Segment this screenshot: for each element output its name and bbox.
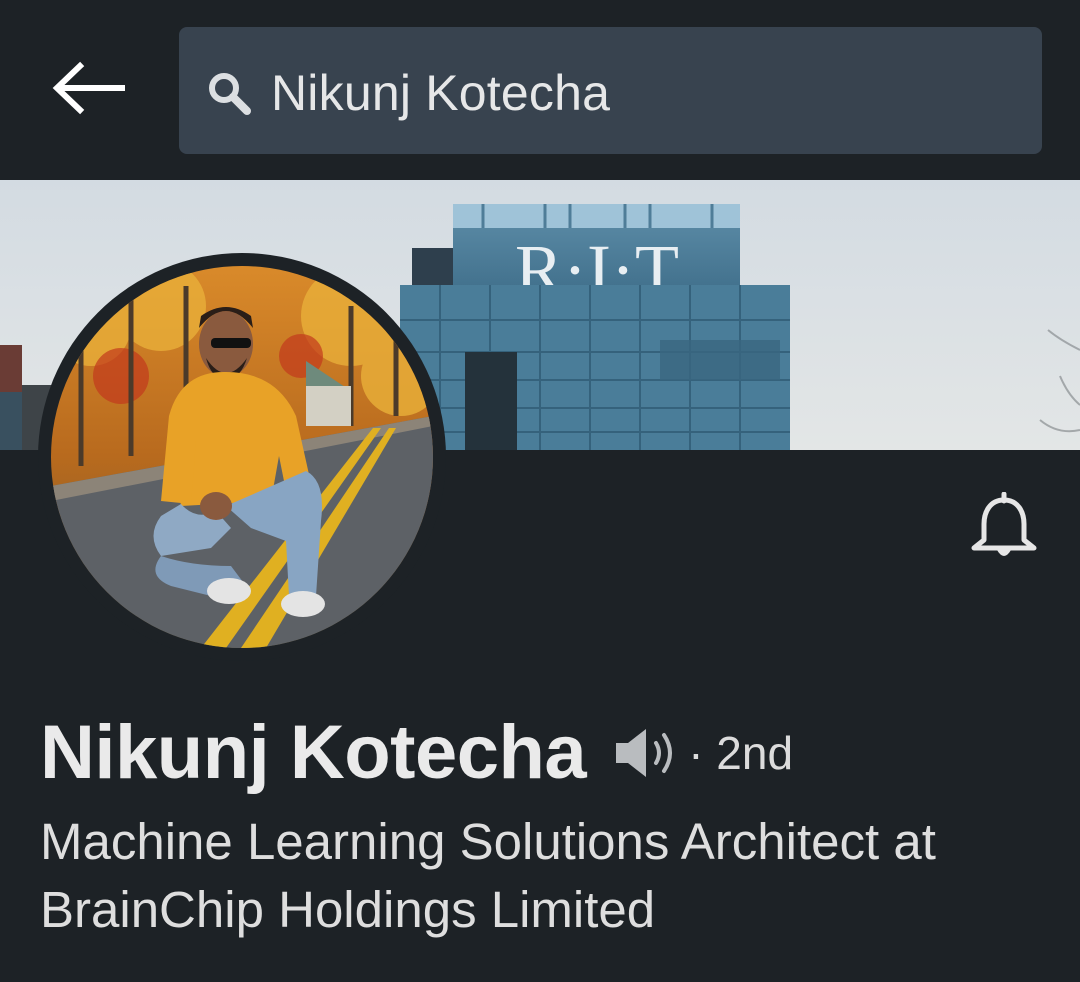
speaker-icon[interactable] — [612, 725, 682, 781]
search-query: Nikunj Kotecha — [271, 65, 611, 121]
search-icon — [209, 73, 251, 115]
profile-headline: Machine Learning Solutions Architect at … — [40, 813, 936, 938]
profile-name: Nikunj Kotecha — [40, 710, 587, 795]
connection-degree: · 2nd — [688, 727, 794, 779]
search-input[interactable]: Nikunj Kotecha — [179, 27, 1042, 154]
notifications-bell-button[interactable] — [966, 491, 1042, 564]
top-bar: Nikunj Kotecha — [0, 0, 1080, 180]
profile-photo[interactable] — [38, 253, 446, 661]
profile-name-row: Nikunj Kotecha · 2nd — [40, 708, 793, 798]
back-button[interactable] — [40, 50, 136, 130]
arrow-left-icon — [52, 61, 125, 115]
bell-icon — [971, 491, 1037, 556]
